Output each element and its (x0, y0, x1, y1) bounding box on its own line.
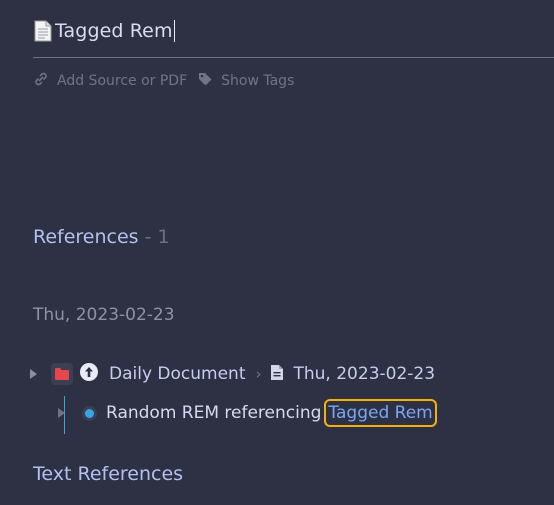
page-icon (34, 20, 52, 42)
link-icon (33, 71, 49, 91)
breadcrumb-separator-icon: › (255, 365, 262, 383)
show-tags-button[interactable]: Show Tags (197, 71, 294, 91)
document-title-row[interactable]: Tagged Rem (34, 16, 176, 46)
document-title[interactable]: Tagged Rem (55, 20, 173, 42)
references-heading: References - 1 (33, 226, 170, 248)
text-caret (173, 20, 176, 42)
collapse-triangle-icon[interactable] (58, 408, 65, 418)
breadcrumb-daily-document[interactable]: Daily Document (109, 364, 246, 384)
add-source-button[interactable]: Add Source or PDF (33, 71, 187, 91)
folder-icon (51, 363, 73, 385)
document-icon (270, 364, 284, 385)
breadcrumb-date-page[interactable]: Thu, 2023-02-23 (294, 364, 436, 384)
rem-text[interactable]: Random REM referencing (106, 403, 321, 423)
document-meta-row: Add Source or PDF Show Tags (33, 70, 294, 92)
reference-breadcrumb-row: Daily Document › Thu, 2023-02-23 (30, 360, 435, 388)
rem-reference-link[interactable]: Tagged Rem (324, 399, 437, 427)
references-title: References (33, 226, 139, 248)
show-tags-label: Show Tags (221, 73, 295, 89)
arrow-up-circle-icon[interactable] (79, 362, 99, 386)
title-divider (33, 57, 554, 58)
rem-bullet[interactable] (85, 408, 94, 418)
references-count: - 1 (138, 226, 170, 248)
add-source-label: Add Source or PDF (57, 73, 188, 89)
tag-icon (197, 71, 213, 91)
text-references-heading: Text References (33, 463, 184, 485)
reference-date-heading: Thu, 2023-02-23 (33, 305, 175, 325)
reference-rem-row: Random REM referencing Tagged Rem (58, 399, 437, 427)
expand-triangle-icon[interactable] (30, 369, 37, 379)
